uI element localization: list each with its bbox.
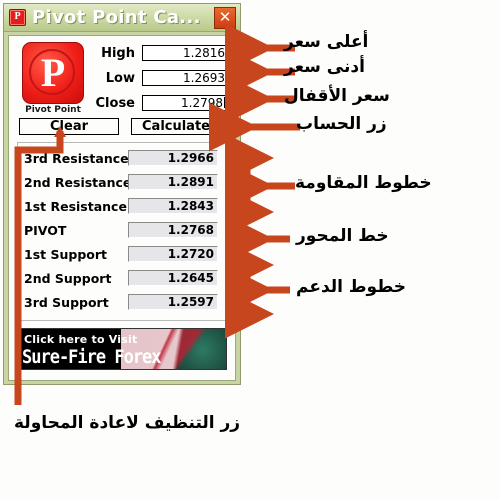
logo-caption: Pivot Point xyxy=(25,105,81,115)
annotation-pivot: خط المحور xyxy=(296,226,389,246)
pivot-point-logo: P Pivot Point xyxy=(17,42,89,115)
label-low: Low xyxy=(105,70,135,86)
high-input[interactable]: 1.2816 xyxy=(142,45,228,61)
label-high: High xyxy=(101,45,135,61)
annotation-resistance: خطوط المقاومة xyxy=(295,173,432,193)
input-row-high: High 1.2816 xyxy=(91,44,228,62)
low-input[interactable]: 1.2693 xyxy=(142,70,228,86)
pivot-point-app-icon: P xyxy=(9,9,26,26)
result-label: 3rd Support xyxy=(24,294,109,310)
result-label: 3rd Resistance xyxy=(24,150,129,166)
table-row: 2nd Support 1.2645 xyxy=(24,269,218,287)
logo-mark-icon: P xyxy=(22,42,84,104)
table-row: 1st Resistance 1.2843 xyxy=(24,197,218,215)
close-icon[interactable]: ✕ xyxy=(214,6,236,29)
logo-letter: P xyxy=(40,50,66,95)
window-title: Pivot Point Ca... xyxy=(32,7,201,28)
calculate-button[interactable]: Calculate xyxy=(131,118,221,135)
text-caret xyxy=(224,97,225,108)
clear-button[interactable]: Clear xyxy=(19,118,119,135)
result-value-1st-resistance: 1.2843 xyxy=(128,198,218,214)
window-client-area: P Pivot Point High 1.2816 Low 1.2693 Clo… xyxy=(8,35,236,381)
results-panel: 3rd Resistance 1.2966 2nd Resistance 1.2… xyxy=(17,142,227,321)
banner-headline: Click here to Visit xyxy=(24,333,138,346)
input-row-close: Close 1.2798 xyxy=(91,94,228,112)
banner-brand: Sure-Fire Forex Trading xyxy=(22,346,162,369)
annotation-close: سعر الأقفال xyxy=(284,86,390,106)
table-row: 3rd Resistance 1.2966 xyxy=(24,149,218,167)
result-label: 1st Resistance xyxy=(24,198,127,214)
annotation-clear: زر التنظيف لاعادة المحاولة xyxy=(14,413,241,433)
input-row-low: Low 1.2693 xyxy=(91,69,228,87)
result-label: 2nd Resistance xyxy=(24,174,132,190)
result-label: 2nd Support xyxy=(24,270,112,286)
result-value-2nd-support: 1.2645 xyxy=(128,270,218,286)
annotation-support: خطوط الدعم xyxy=(296,277,407,297)
window-titlebar: P Pivot Point Ca... ✕ xyxy=(4,4,240,32)
result-label: 1st Support xyxy=(24,246,107,262)
result-value-1st-support: 1.2720 xyxy=(128,246,218,262)
advertisement-banner[interactable]: Click here to Visit Sure-Fire Forex Trad… xyxy=(17,328,227,370)
annotation-calculate: زر الحساب xyxy=(296,114,387,134)
result-value-pivot: 1.2768 xyxy=(128,222,218,238)
pivot-point-calculator-window: P Pivot Point Ca... ✕ P Pivot Point High… xyxy=(3,3,241,385)
table-row: 2nd Resistance 1.2891 xyxy=(24,173,218,191)
table-row: 3rd Support 1.2597 xyxy=(24,293,218,311)
result-value-3rd-support: 1.2597 xyxy=(128,294,218,310)
table-row: 1st Support 1.2720 xyxy=(24,245,218,263)
close-input[interactable]: 1.2798 xyxy=(142,95,228,111)
annotation-low: أدنى سعر xyxy=(284,57,365,77)
label-close: Close xyxy=(95,95,135,111)
annotation-high: أعلى سعر xyxy=(284,32,369,52)
table-row: PIVOT 1.2768 xyxy=(24,221,218,239)
result-label: PIVOT xyxy=(24,222,67,238)
close-input-value: 1.2798 xyxy=(181,96,223,110)
result-value-2nd-resistance: 1.2891 xyxy=(128,174,218,190)
result-value-3rd-resistance: 1.2966 xyxy=(128,150,218,166)
